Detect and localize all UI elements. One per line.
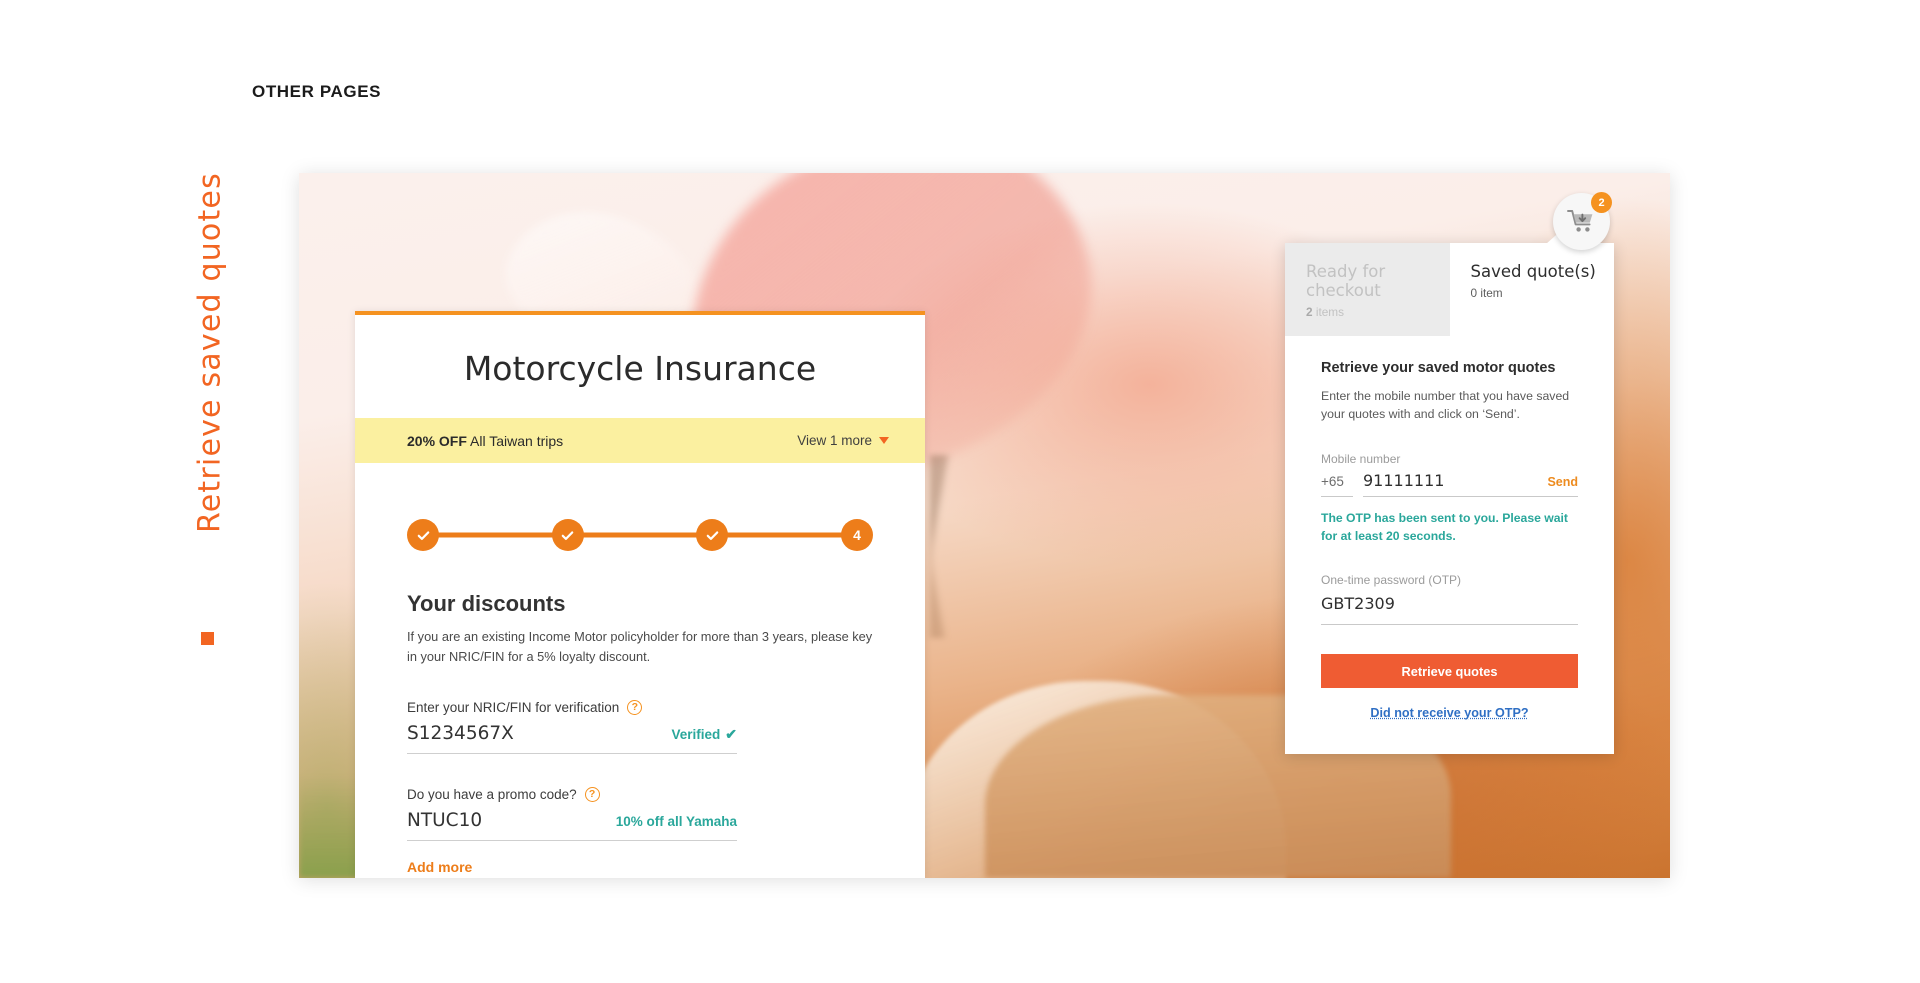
nric-field-label: Enter your NRIC/FIN for verification — [407, 699, 620, 715]
promo-code-label: Do you have a promo code? — [407, 786, 577, 802]
stepper-step-2[interactable] — [551, 519, 584, 551]
check-icon: ✔ — [725, 725, 737, 742]
view-more-label: View 1 more — [797, 433, 872, 448]
mobile-number-label: Mobile number — [1321, 451, 1401, 466]
add-more-promo-button[interactable]: Add more — [407, 859, 873, 875]
stepper-step-4[interactable]: 4 — [841, 519, 874, 551]
promo-banner: 20% OFF All Taiwan trips View 1 more — [355, 418, 925, 463]
view-more-promos-button[interactable]: View 1 more — [797, 433, 889, 448]
nric-verified-badge: Verified ✔ — [671, 726, 737, 743]
panel-body: Retrieve your saved motor quotes Enter t… — [1285, 336, 1614, 754]
panel-tab-bar: Ready for checkout 2 items Saved quote(s… — [1285, 243, 1614, 336]
chevron-down-icon — [879, 437, 889, 444]
page-root: OTHER PAGES Retrieve saved quotes Motorc… — [0, 0, 1920, 983]
tab-ready-for-checkout-label: Ready for checkout — [1306, 262, 1386, 300]
send-otp-button[interactable]: Send — [1547, 475, 1578, 489]
otp-input[interactable]: GBT2309 — [1321, 594, 1395, 613]
progress-stepper: 4 — [407, 519, 874, 551]
otp-sent-message: The OTP has been sent to you. Please wai… — [1321, 510, 1568, 543]
retrieve-quotes-button[interactable]: Retrieve quotes — [1321, 654, 1578, 689]
shopping-cart-download-icon — [1566, 209, 1592, 232]
mobile-number-input[interactable]: 91111111 — [1363, 471, 1444, 490]
promo-banner-text: 20% OFF All Taiwan trips — [407, 433, 563, 449]
stepper-step-4-label: 4 — [853, 527, 861, 543]
tab-saved-count-unit: item — [1480, 286, 1503, 300]
page-title: OTHER PAGES — [252, 82, 382, 101]
tab-saved-quotes[interactable]: Saved quote(s) 0 item — [1449, 243, 1615, 336]
nric-verified-label: Verified — [671, 726, 721, 742]
mobile-number-input-wrap[interactable]: 91111111 Send — [1363, 471, 1578, 497]
check-icon — [417, 530, 429, 540]
tab-saved-quotes-label: Saved quote(s) — [1470, 262, 1596, 281]
help-icon[interactable]: ? — [627, 699, 643, 715]
stepper-step-1[interactable] — [407, 519, 439, 551]
promo-code-label-row: Do you have a promo code? ? — [407, 786, 873, 802]
otp-label: One-time password (OTP) — [1321, 573, 1462, 588]
mobile-country-prefix[interactable]: +65 — [1321, 474, 1353, 497]
photo-handlebars-shape — [929, 455, 1259, 639]
nric-input[interactable]: S1234567X — [407, 723, 514, 744]
nric-field-label-row: Enter your NRIC/FIN for verification ? — [407, 699, 873, 715]
discounts-description: If you are an existing Income Motor poli… — [407, 629, 873, 664]
check-icon — [706, 530, 719, 540]
nric-input-row[interactable]: S1234567X Verified ✔ — [407, 723, 737, 754]
tab-ready-for-checkout-count: 2 items — [1306, 305, 1450, 319]
tab-ready-count-unit: items — [1315, 305, 1345, 319]
section-marker-square — [201, 632, 214, 645]
promo-discount-amount: 20% OFF — [407, 432, 467, 449]
panel-heading: Retrieve your saved motor quotes — [1321, 360, 1556, 376]
stepper-track — [423, 532, 857, 538]
panel-description: Enter the mobile number that you have sa… — [1321, 389, 1570, 422]
tab-saved-count-number: 0 — [1470, 286, 1478, 300]
promo-code-input[interactable]: NTUC10 — [407, 810, 482, 831]
cart-badge-count: 2 — [1591, 192, 1612, 213]
quote-card: Motorcycle Insurance 20% OFF All Taiwan … — [355, 311, 925, 878]
cart-button[interactable]: 2 — [1553, 192, 1612, 250]
otp-input-wrap[interactable]: GBT2309 — [1321, 594, 1578, 626]
nric-field-block: Enter your NRIC/FIN for verification ? S… — [407, 699, 873, 754]
promo-code-status: 10% off all Yamaha — [615, 813, 737, 829]
mobile-number-row: +65 91111111 Send — [1321, 471, 1578, 497]
resend-otp-link[interactable]: Did not receive your OTP? — [1321, 706, 1578, 720]
tab-ready-count-number: 2 — [1306, 305, 1313, 319]
stepper-step-3[interactable] — [696, 519, 729, 551]
screenshot-frame: Motorcycle Insurance 20% OFF All Taiwan … — [299, 173, 1670, 878]
discounts-heading: Your discounts — [407, 591, 566, 616]
promo-code-field-block: Do you have a promo code? ? NTUC10 10% o… — [407, 786, 873, 875]
tab-saved-quotes-count: 0 item — [1471, 286, 1615, 300]
discounts-section: Your discounts If you are an existing In… — [355, 591, 925, 875]
tab-ready-for-checkout[interactable]: Ready for checkout 2 items — [1285, 243, 1450, 336]
side-label-group: Retrieve saved quotes — [150, 160, 230, 645]
saved-quotes-panel: Ready for checkout 2 items Saved quote(s… — [1285, 228, 1614, 755]
vertical-section-label: Retrieve saved quotes — [192, 172, 228, 533]
promo-description: All Taiwan trips — [470, 432, 564, 449]
promo-code-input-row[interactable]: NTUC10 10% off all Yamaha — [407, 810, 737, 841]
quote-card-title: Motorcycle Insurance — [463, 349, 817, 388]
check-icon — [561, 530, 574, 540]
help-icon[interactable]: ? — [584, 786, 600, 802]
